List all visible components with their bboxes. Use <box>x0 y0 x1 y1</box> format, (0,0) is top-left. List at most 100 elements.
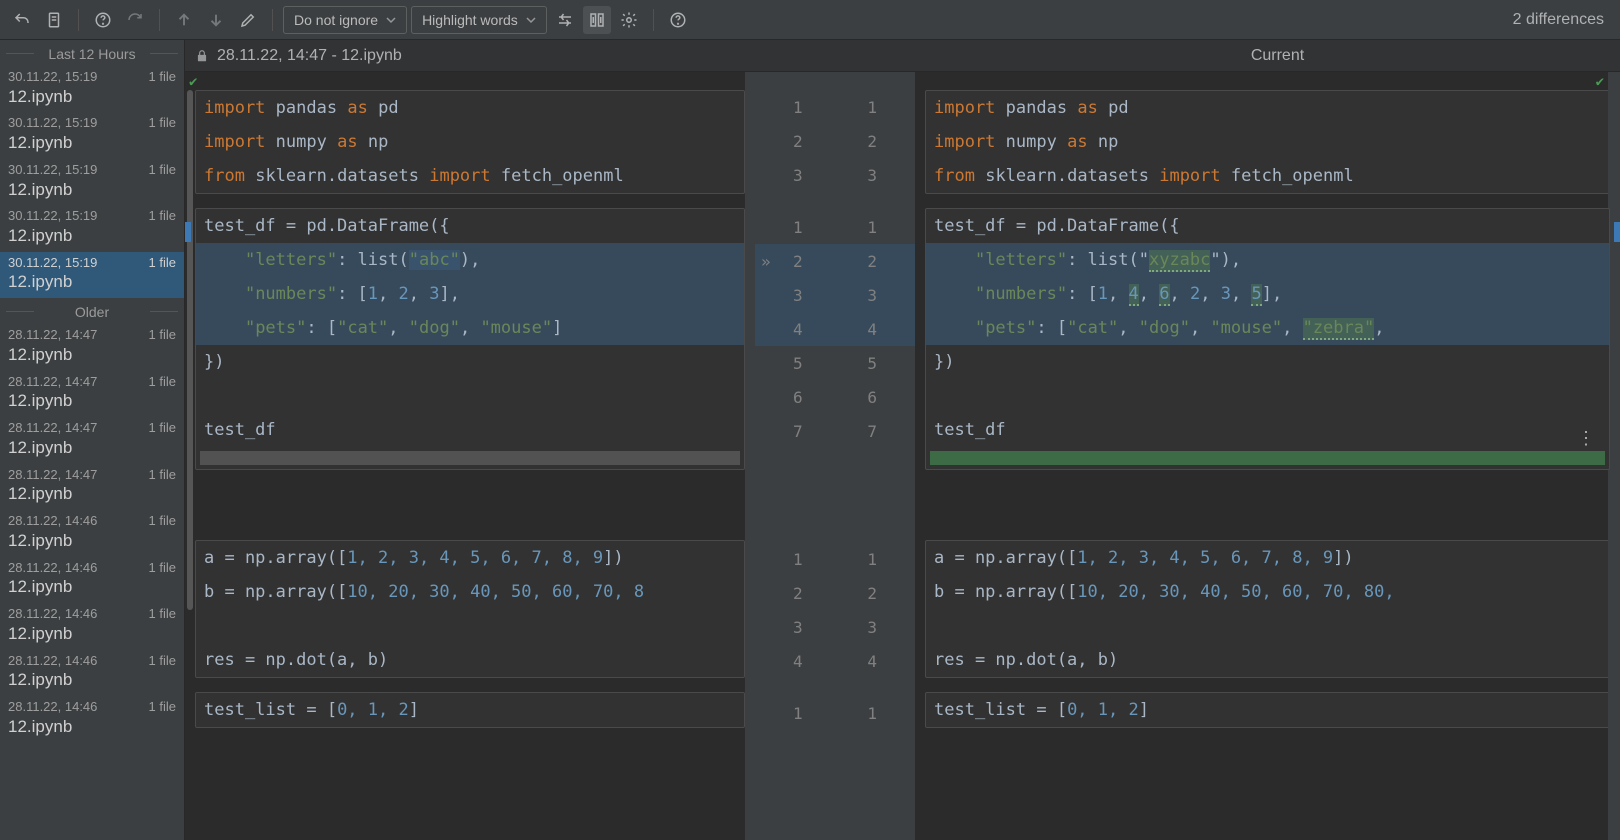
code-line: import numpy as np <box>196 125 744 159</box>
collapse-unchanged-button[interactable] <box>551 6 579 34</box>
more-icon[interactable]: ⋮ <box>1577 428 1595 449</box>
history-filecount: 1 file <box>149 652 176 670</box>
diff-body: ✔ import pandas as pd import numpy as np… <box>185 72 1620 840</box>
history-item[interactable]: 28.11.22, 14:461 file12.ipynb <box>0 650 184 696</box>
chevron-down-icon <box>386 15 396 25</box>
history-timestamp: 28.11.22, 14:47 <box>8 419 97 437</box>
gutter-row: 11 <box>755 90 915 124</box>
line-number-left: 4 <box>793 320 803 339</box>
line-number-left: 5 <box>793 354 803 373</box>
separator <box>78 9 79 31</box>
history-item[interactable]: 28.11.22, 14:471 file12.ipynb <box>0 324 184 370</box>
settings-button[interactable] <box>615 6 643 34</box>
highlight-dropdown[interactable]: Highlight words <box>411 6 547 34</box>
refresh-button[interactable] <box>121 6 149 34</box>
group-header-recent: Last 12 Hours <box>0 40 184 66</box>
history-item[interactable]: 30.11.22, 15:191 file12.ipynb <box>0 112 184 158</box>
history-item[interactable]: 30.11.22, 15:191 file12.ipynb <box>0 159 184 205</box>
history-timestamp: 30.11.22, 15:19 <box>8 114 97 132</box>
history-filecount: 1 file <box>149 373 176 391</box>
history-filecount: 1 file <box>149 114 176 132</box>
gutter-row: 11 <box>755 542 915 576</box>
code-line: test_df = pd.DataFrame({ <box>196 209 744 243</box>
history-item[interactable]: 28.11.22, 14:46 1 file12.ipynb <box>0 510 184 556</box>
code-cell: import pandas as pd import numpy as np f… <box>195 90 745 194</box>
revert-file-button[interactable] <box>40 6 68 34</box>
code-line: test_list = [0, 1, 2] <box>196 693 744 727</box>
history-item[interactable]: 30.11.22, 15:191 file12.ipynb <box>0 252 184 298</box>
diff-marker <box>185 222 191 242</box>
history-filecount: 1 file <box>149 512 176 530</box>
help-button[interactable] <box>89 6 117 34</box>
prev-diff-button[interactable] <box>170 6 198 34</box>
diff-header: 28.11.22, 14:47 - 12.ipynb Current <box>185 40 1620 72</box>
history-timestamp: 28.11.22, 14:46 <box>8 698 97 716</box>
code-cell: test_list = [0, 1, 2] <box>925 692 1610 728</box>
code-cell: test_df = pd.DataFrame({ "letters": list… <box>925 208 1610 470</box>
history-filecount: 1 file <box>149 698 176 716</box>
history-item[interactable]: 28.11.22, 14:471 file12.ipynb <box>0 417 184 463</box>
check-icon: ✔ <box>189 74 197 90</box>
history-item[interactable]: 28.11.22, 14:461 file12.ipynb <box>0 603 184 649</box>
history-item[interactable]: 28.11.22, 14:461 file12.ipynb <box>0 696 184 742</box>
history-timestamp: 28.11.22, 14:46 <box>8 559 97 577</box>
next-diff-button[interactable] <box>202 6 230 34</box>
history-item[interactable]: 28.11.22, 14:471 file12.ipynb <box>0 371 184 417</box>
line-number-right: 4 <box>867 652 877 671</box>
code-line: test_list = [0, 1, 2] <box>926 693 1609 727</box>
history-item[interactable]: 30.11.22, 15:19 1 file12.ipynb <box>0 205 184 251</box>
line-number-right: 5 <box>867 354 877 373</box>
output-bar <box>200 451 740 465</box>
gutter-row: 11 <box>755 210 915 244</box>
history-timestamp: 28.11.22, 14:46 <box>8 512 97 530</box>
separator <box>272 9 273 31</box>
diff-area: 28.11.22, 14:47 - 12.ipynb Current ✔ imp… <box>185 40 1620 840</box>
line-number-right: 1 <box>867 98 877 117</box>
right-pane[interactable]: ✔ import pandas as pd import numpy as np… <box>915 72 1620 840</box>
diff-left-title: 28.11.22, 14:47 - 12.ipynb <box>217 47 402 65</box>
code-cell: a = np.array([1, 2, 3, 4, 5, 6, 7, 8, 9]… <box>925 540 1610 678</box>
code-line: a = np.array([1, 2, 3, 4, 5, 6, 7, 8, 9]… <box>926 541 1609 575</box>
code-line: from sklearn.datasets import fetch_openm… <box>926 159 1609 193</box>
history-filename: 12.ipynb <box>8 530 176 553</box>
line-number-left: 1 <box>793 218 803 237</box>
code-cell: test_list = [0, 1, 2] <box>195 692 745 728</box>
code-line <box>926 609 1609 643</box>
line-number-left: 1 <box>793 704 803 723</box>
history-timestamp: 30.11.22, 15:19 <box>8 207 97 225</box>
scrollbar-thumb[interactable] <box>187 90 193 610</box>
history-filename: 12.ipynb <box>8 225 176 248</box>
left-pane[interactable]: ✔ import pandas as pd import numpy as np… <box>185 72 755 840</box>
code-line: test_df <box>926 413 1609 447</box>
code-line: test_df <box>196 413 744 447</box>
highlight-dropdown-label: Highlight words <box>422 12 518 28</box>
line-number-right: 7 <box>867 422 877 441</box>
gutter-row: 55 <box>755 346 915 380</box>
line-number-right: 4 <box>867 320 877 339</box>
history-sidebar: Last 12 Hours 30.11.22, 15:191 file12.ip… <box>0 40 185 840</box>
code-line: }) <box>926 345 1609 379</box>
history-timestamp: 28.11.22, 14:47 <box>8 326 97 344</box>
history-item[interactable]: 30.11.22, 15:191 file12.ipynb <box>0 66 184 112</box>
gutter-row: 66 <box>755 380 915 414</box>
code-line: b = np.array([10, 20, 30, 40, 50, 60, 70… <box>196 575 744 609</box>
code-line: "letters": list("xyzabc"), <box>926 243 1609 277</box>
history-timestamp: 28.11.22, 14:46 <box>8 605 97 623</box>
gutter-row: 33 <box>755 278 915 312</box>
history-filecount: 1 file <box>149 207 176 225</box>
undo-button[interactable] <box>8 6 36 34</box>
apply-diff-icon[interactable]: » <box>761 252 771 271</box>
line-number-right: 1 <box>867 550 877 569</box>
ignore-dropdown[interactable]: Do not ignore <box>283 6 407 34</box>
sync-scroll-button[interactable] <box>583 6 611 34</box>
gutter-row: 22 <box>755 576 915 610</box>
diff-right-title: Current <box>935 47 1620 65</box>
history-timestamp: 30.11.22, 15:19 <box>8 161 97 179</box>
history-item[interactable]: 28.11.22, 14:471 file12.ipynb <box>0 464 184 510</box>
history-timestamp: 30.11.22, 15:19 <box>8 254 97 272</box>
history-filecount: 1 file <box>149 605 176 623</box>
history-item[interactable]: 28.11.22, 14:461 file12.ipynb <box>0 557 184 603</box>
edit-button[interactable] <box>234 6 262 34</box>
help-button-2[interactable] <box>664 6 692 34</box>
history-filename: 12.ipynb <box>8 86 176 109</box>
